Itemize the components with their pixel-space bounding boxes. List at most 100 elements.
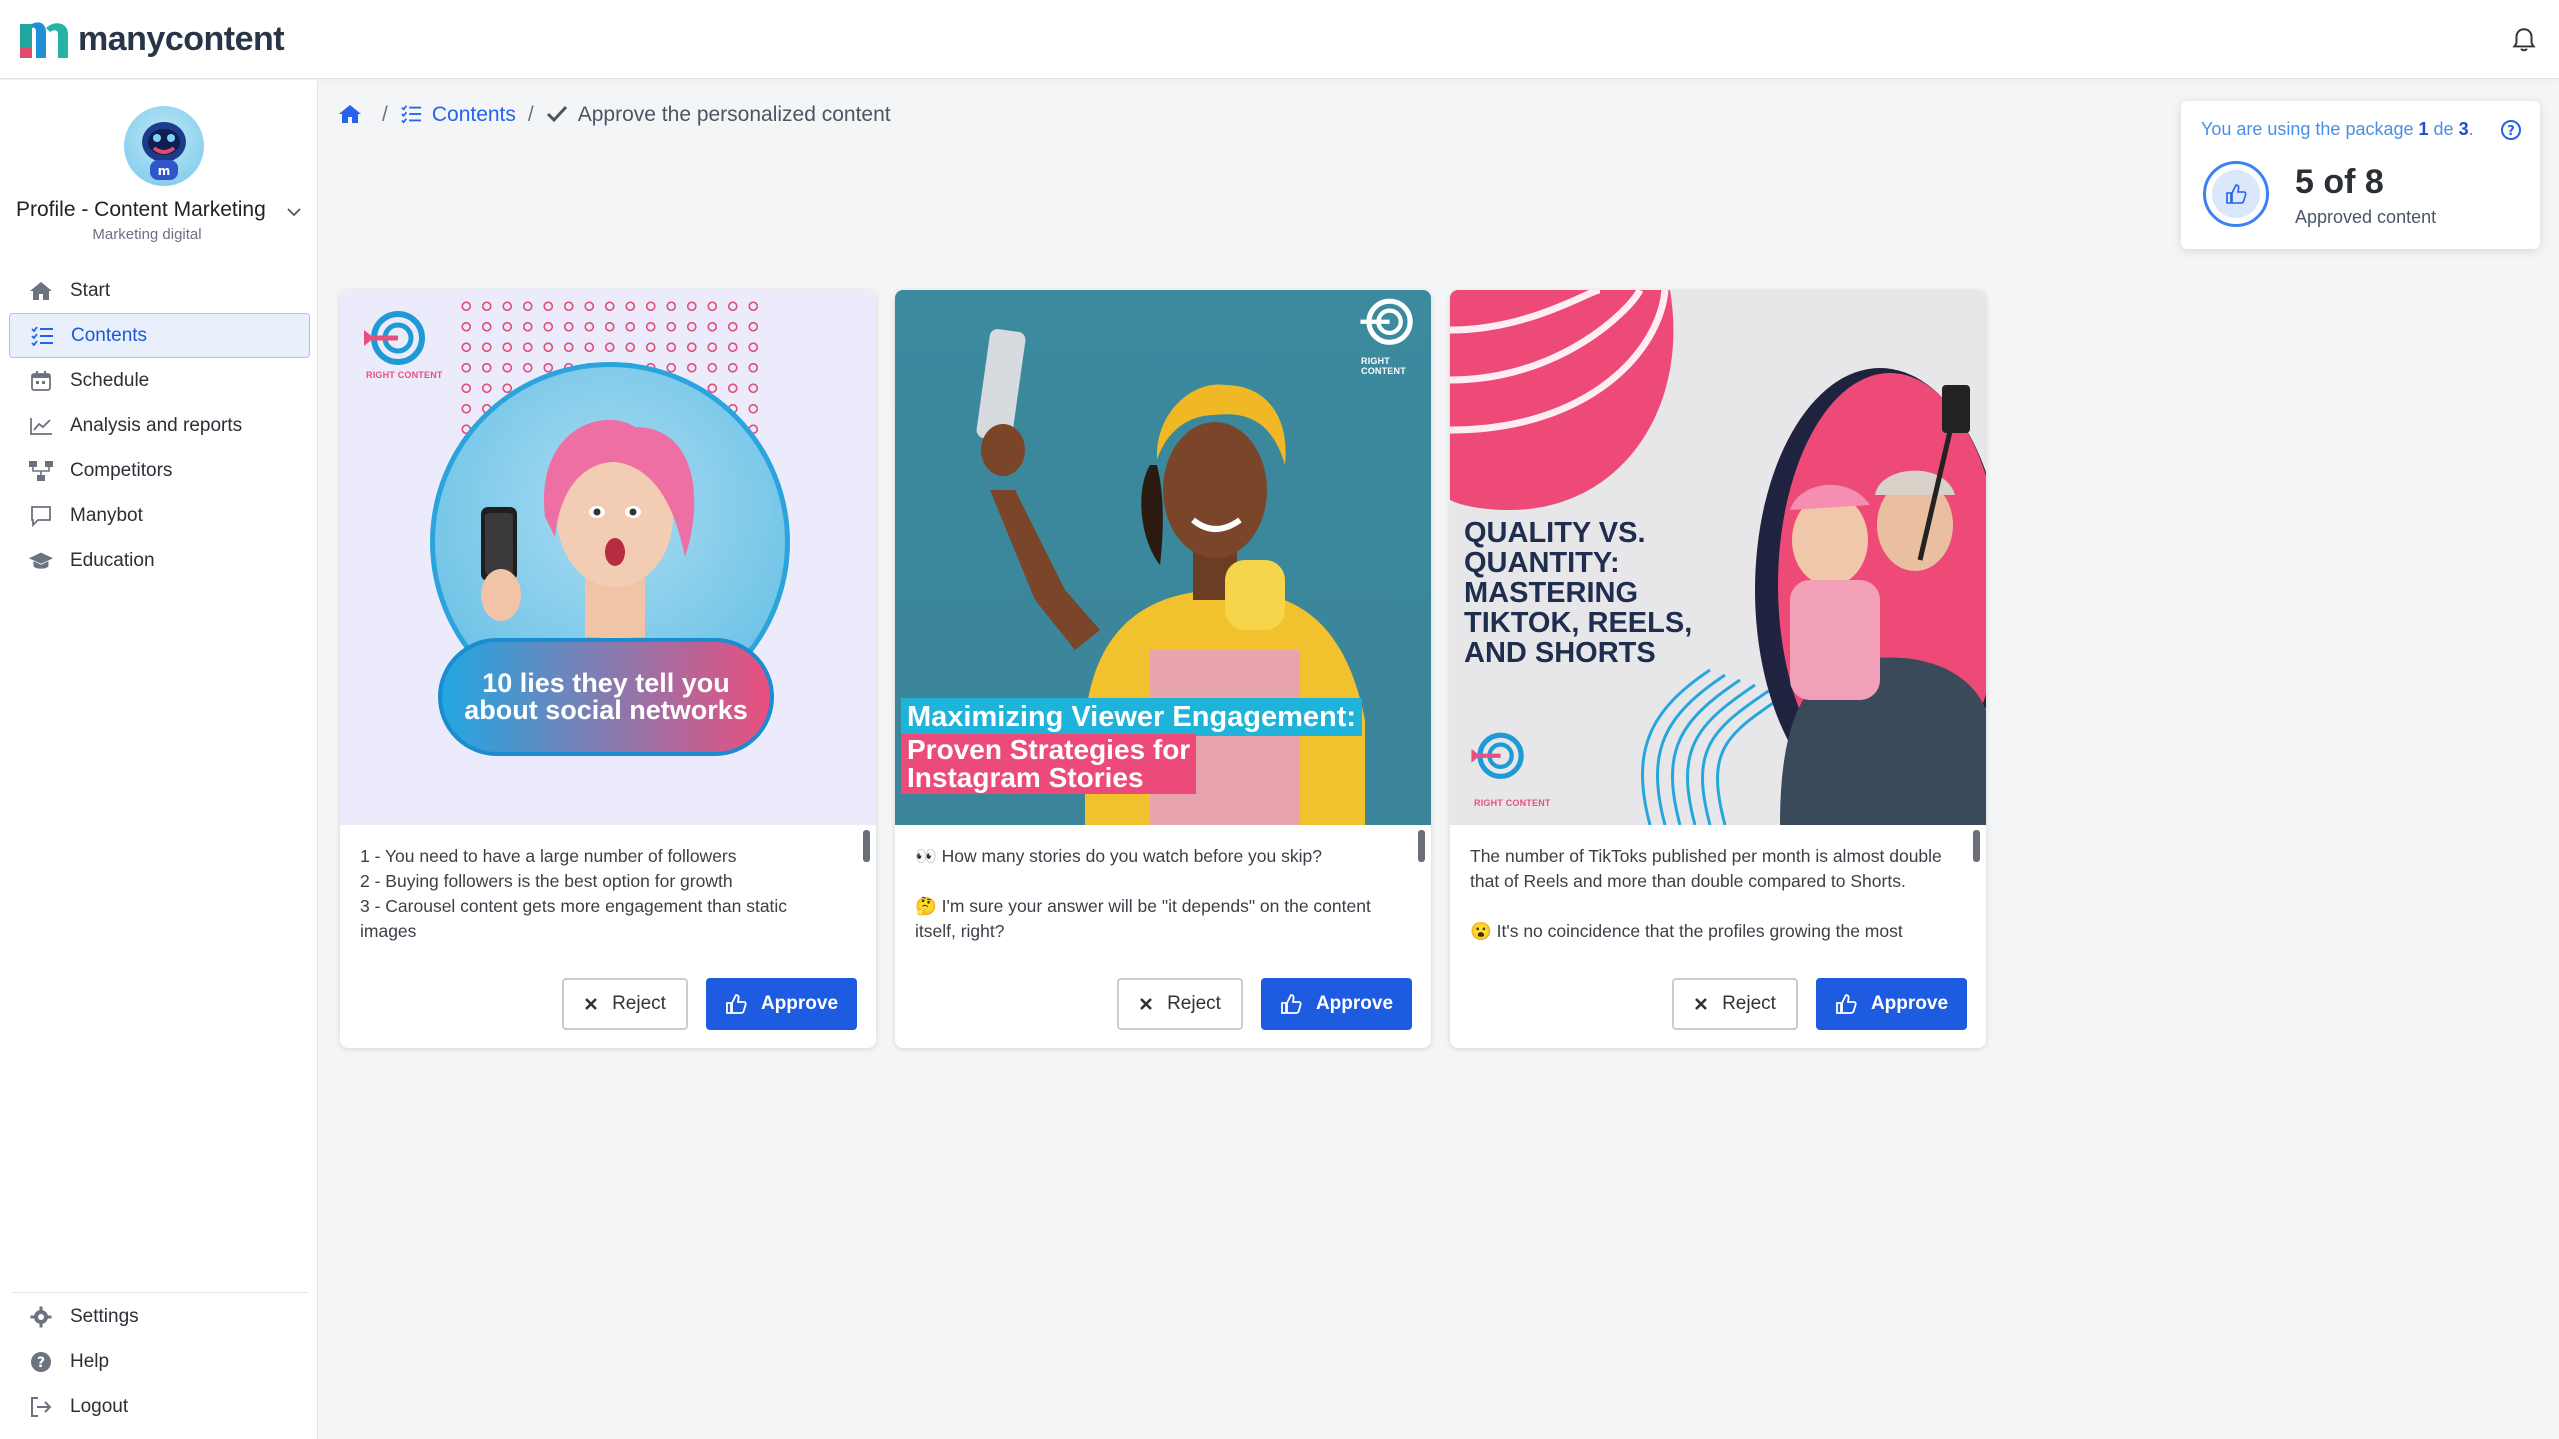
avatar[interactable]: m [124, 106, 204, 186]
content-image[interactable]: QUALITY VS. QUANTITY: MASTERING TIKTOK, … [1450, 290, 1986, 825]
robot-mascot-icon: m [142, 122, 186, 180]
content-caption-text: 👀 How many stories do you watch before y… [915, 846, 1371, 941]
sidebar-item-schedule[interactable]: Schedule [0, 358, 318, 403]
target-logo-icon [1471, 732, 1524, 779]
reject-label: Reject [1722, 993, 1776, 1014]
breadcrumb-contents-link[interactable]: Contents [432, 103, 516, 127]
sidebar-item-settings[interactable]: Settings [0, 1294, 318, 1339]
image-title-line: Proven Strategies for Instagram Stories [901, 734, 1197, 794]
target-logo-icon [364, 311, 425, 365]
list-icon [400, 104, 424, 126]
content-card: RIGHT CONTENT Maximizing Viewer Engageme… [895, 290, 1431, 1048]
graduation-icon [28, 550, 54, 572]
sidebar-item-help[interactable]: ? Help [0, 1339, 318, 1384]
brand-caption: RIGHT CONTENT [1474, 798, 1551, 808]
close-icon [1139, 997, 1153, 1011]
sidebar-item-competitors[interactable]: Competitors [0, 448, 318, 493]
package-usage-text: You are using the package 1 de 3. [2201, 119, 2474, 139]
sidebar-item-logout[interactable]: Logout [0, 1384, 318, 1429]
reject-button[interactable]: Reject [1117, 978, 1243, 1030]
reject-label: Reject [612, 993, 666, 1014]
sidebar-item-analysis[interactable]: Analysis and reports [0, 403, 318, 448]
logo[interactable]: manycontent [18, 18, 285, 60]
sidebar-item-label: Help [70, 1350, 110, 1372]
sidebar-divider [12, 1292, 308, 1293]
home-icon[interactable] [338, 104, 362, 126]
reject-label: Reject [1167, 993, 1221, 1014]
approve-label: Approve [760, 993, 839, 1014]
sidebar-item-contents[interactable]: Contents [9, 313, 310, 358]
approved-progress-ring [2203, 161, 2269, 227]
list-icon [29, 325, 55, 347]
bell-icon[interactable] [2511, 26, 2537, 54]
sidebar-item-manybot[interactable]: Manybot [0, 493, 318, 538]
logout-icon [28, 1396, 54, 1418]
sidebar: m Profile - Content Marketing Marketing … [0, 80, 318, 1439]
sidebar-item-label: Start [70, 279, 111, 301]
sidebar-item-education[interactable]: Education [0, 538, 318, 583]
sidebar-item-label: Education [70, 549, 155, 571]
thumbs-up-icon [1280, 993, 1302, 1015]
content-card: RIGHT CONTENT 10 lies they tell you abou… [340, 290, 876, 1048]
logo-mark-icon [20, 22, 68, 59]
image-title-pill: 10 lies they tell you about social netwo… [438, 638, 774, 756]
thumbs-up-icon [725, 993, 747, 1015]
scrollbar[interactable] [1973, 830, 1980, 862]
sidebar-item-label: Schedule [70, 369, 150, 391]
content-image[interactable]: RIGHT CONTENT Maximizing Viewer Engageme… [895, 290, 1431, 825]
scrollbar[interactable] [1418, 830, 1425, 862]
approve-label: Approve [1870, 993, 1949, 1014]
svg-text:?: ? [2507, 124, 2515, 139]
brand-caption: RIGHT CONTENT [1361, 356, 1406, 376]
sidebar-item-label: Logout [70, 1395, 129, 1417]
check-icon [546, 104, 570, 126]
thumbs-up-icon [2226, 184, 2247, 204]
help-icon[interactable]: ? [2500, 119, 2522, 141]
breadcrumb-separator: / [527, 103, 534, 126]
profile-subtitle: Marketing digital [92, 226, 202, 243]
competitors-icon [28, 460, 54, 482]
breadcrumb-current: Approve the personalized content [577, 103, 891, 126]
image-title-line: Maximizing Viewer Engagement: [901, 698, 1363, 736]
home-icon [28, 280, 54, 302]
content-card: QUALITY VS. QUANTITY: MASTERING TIKTOK, … [1450, 290, 1986, 1048]
brand-caption: RIGHT CONTENT [366, 370, 443, 380]
content-caption-text: The number of TikToks published per mont… [1470, 846, 1942, 941]
gear-icon [28, 1306, 54, 1328]
approve-button[interactable]: Approve [1816, 978, 1967, 1030]
breadcrumb: / Contents / Approve the personalized co… [338, 100, 891, 130]
target-logo-icon [1360, 298, 1413, 345]
sidebar-item-label: Manybot [70, 504, 143, 526]
thumbs-up-icon [1835, 993, 1857, 1015]
breadcrumb-separator: / [382, 103, 388, 126]
approve-button[interactable]: Approve [1261, 978, 1412, 1030]
scrollbar[interactable] [863, 830, 870, 862]
image-title: QUALITY VS. QUANTITY: MASTERING TIKTOK, … [1464, 517, 1693, 669]
approve-button[interactable]: Approve [706, 978, 857, 1030]
reject-button[interactable]: Reject [562, 978, 688, 1030]
close-icon [584, 997, 598, 1011]
brand-name: manycontent [78, 19, 285, 58]
approved-label: Approved content [2295, 207, 2437, 227]
sidebar-bottom-nav: Settings ? Help Logout [0, 1294, 318, 1429]
approved-count: 5 of 8 [2295, 163, 2384, 201]
calendar-icon [28, 370, 54, 392]
sidebar-item-label: Contents [71, 324, 148, 346]
help-icon: ? [28, 1351, 54, 1373]
svg-text:?: ? [37, 1355, 45, 1371]
chevron-down-icon[interactable] [286, 204, 302, 220]
package-usage-card: You are using the package 1 de 3. ? 5 of… [2181, 101, 2540, 249]
top-bar: manycontent [0, 0, 2559, 79]
chart-icon [28, 415, 54, 437]
reject-button[interactable]: Reject [1672, 978, 1798, 1030]
profile-name[interactable]: Profile - Content Marketing [16, 198, 266, 222]
sidebar-nav: Start Contents Schedule Analysis and rep… [0, 268, 318, 583]
sidebar-item-label: Settings [70, 1305, 139, 1327]
close-icon [1694, 997, 1708, 1011]
content-image[interactable]: RIGHT CONTENT 10 lies they tell you abou… [340, 290, 876, 825]
content-caption-text: 1 - You need to have a large number of f… [360, 846, 788, 941]
svg-text:m: m [158, 164, 171, 178]
chat-icon [28, 505, 54, 527]
sidebar-item-start[interactable]: Start [0, 268, 318, 313]
approve-label: Approve [1315, 993, 1394, 1014]
